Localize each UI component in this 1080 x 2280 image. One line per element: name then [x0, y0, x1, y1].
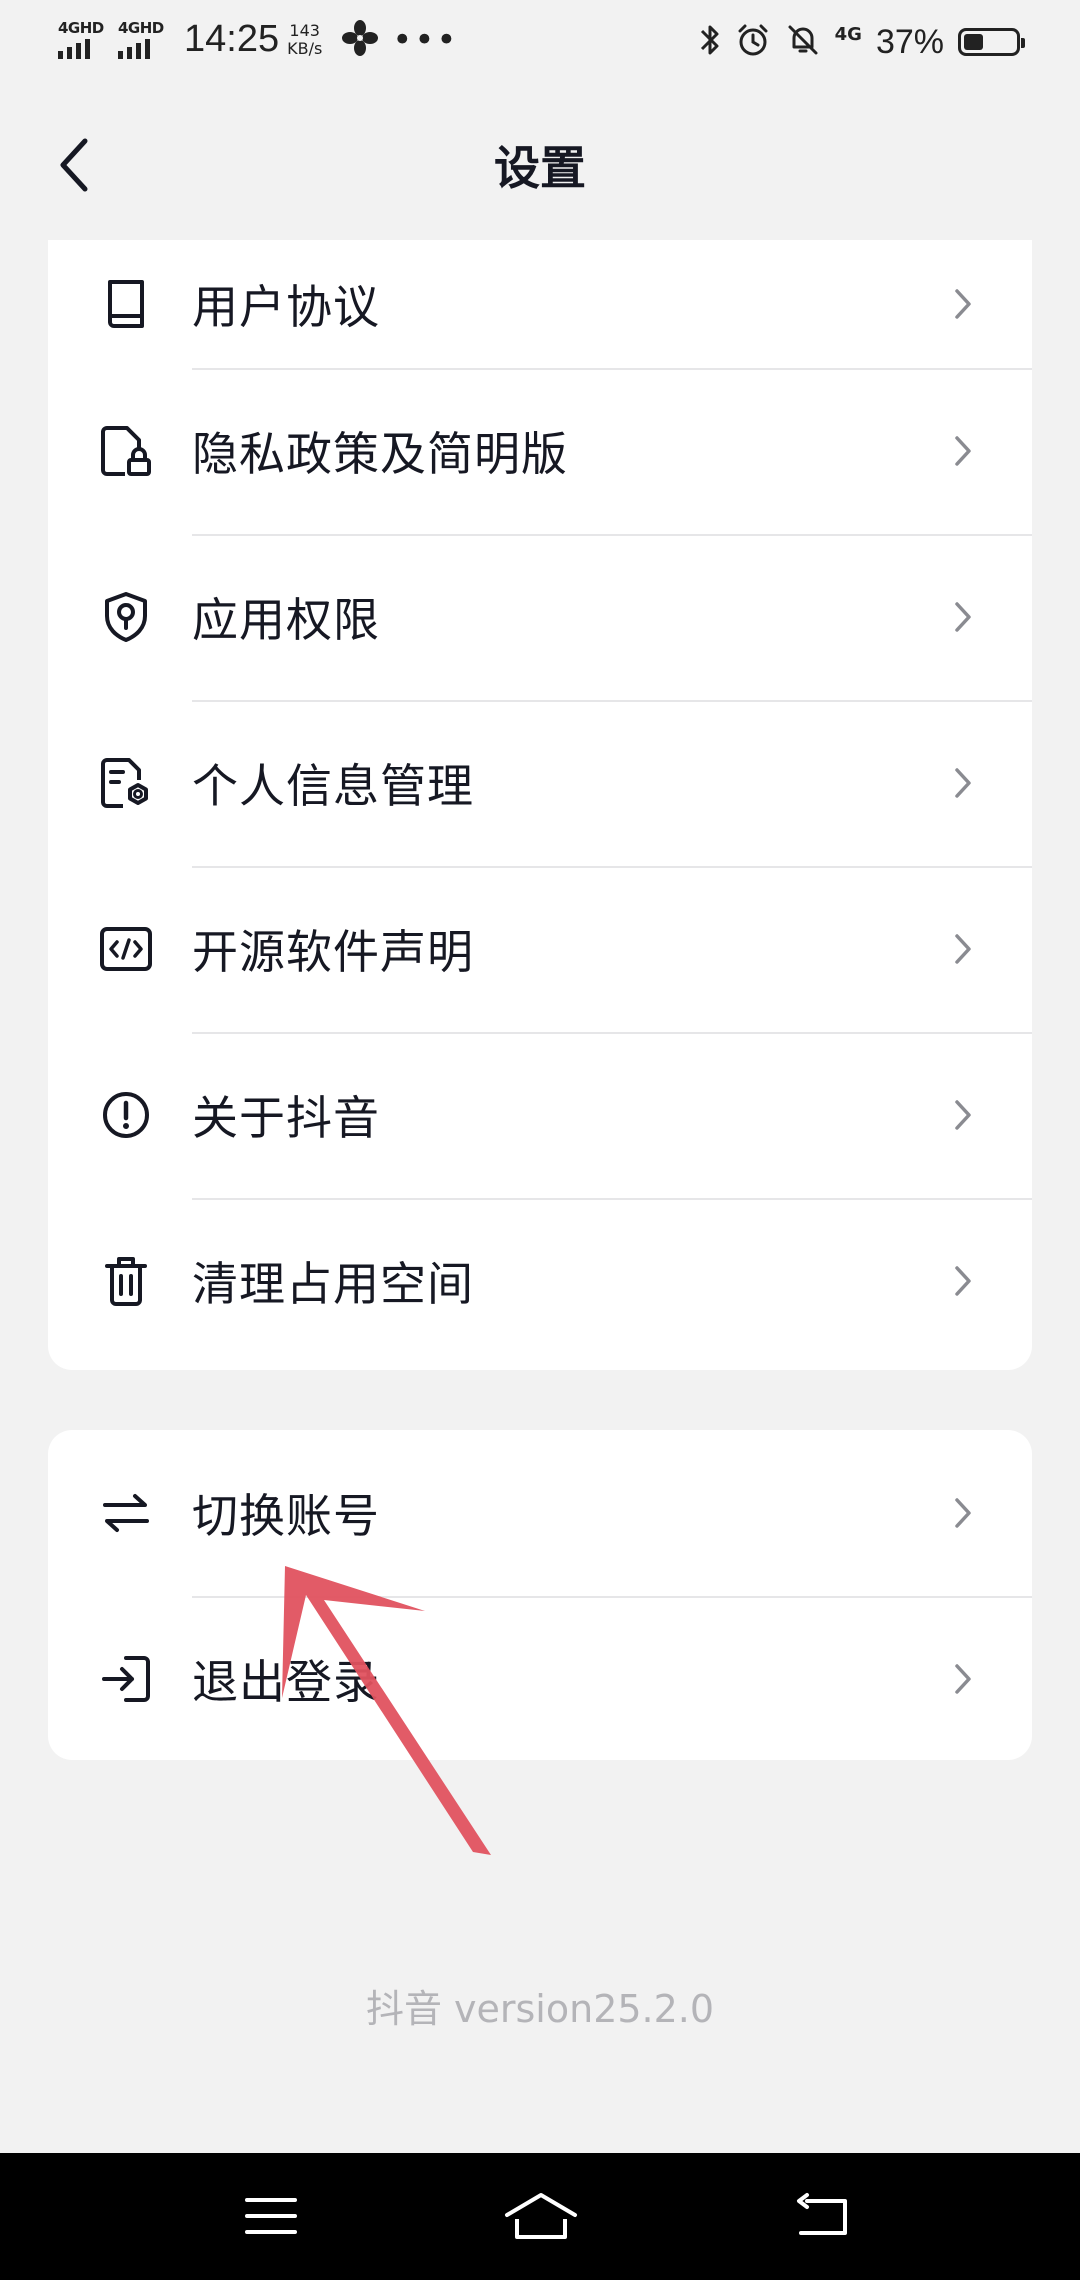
menu-item-label: 退出登录 — [192, 1655, 380, 1709]
chevron-right-icon — [948, 431, 978, 471]
battery-icon — [958, 28, 1025, 56]
shield-key-icon — [98, 589, 154, 645]
settings-group-1: 用户协议 隐私政策及简明版 应用权限 个人信息管理 开源软件声明 关于抖音 清理… — [48, 240, 1032, 1370]
back-icon — [797, 2193, 847, 2235]
menu-item-clear-storage[interactable]: 清理占用空间 — [48, 1198, 1032, 1364]
chevron-right-icon — [948, 1659, 978, 1699]
menu-item-label: 应用权限 — [192, 593, 380, 647]
menu-item-logout[interactable]: 退出登录 — [48, 1596, 1032, 1760]
version-label: 抖音 version25.2.0 — [365, 1987, 715, 2031]
code-icon — [98, 921, 154, 977]
signal-bars-icon — [118, 38, 150, 59]
chevron-right-icon — [948, 929, 978, 969]
network-speed: 143 KB/s — [287, 20, 323, 58]
book-icon — [98, 276, 154, 332]
menu-item-label: 切换账号 — [192, 1489, 380, 1543]
network-type-label: 4G — [834, 23, 862, 45]
battery-fill — [964, 34, 983, 50]
nav-recent-apps-button[interactable] — [226, 2181, 316, 2251]
status-left: 4GHD 4GHD 14:25 143 KB/s ••• — [58, 18, 458, 61]
chevron-right-icon — [948, 1261, 978, 1301]
status-right: 4G 37% — [699, 22, 1025, 62]
menu-item-privacy-policy[interactable]: 隐私政策及简明版 — [48, 368, 1032, 534]
settings-group-2: 切换账号 退出登录 — [48, 1430, 1032, 1760]
menu-item-app-permissions[interactable]: 应用权限 — [48, 534, 1032, 700]
menu-item-label: 个人信息管理 — [192, 759, 474, 813]
menu-item-label: 用户协议 — [192, 280, 380, 334]
network-speed-value: 143 — [289, 20, 320, 40]
chevron-right-icon — [948, 284, 978, 324]
network-speed-unit: KB/s — [287, 38, 323, 58]
more-notifications-icon: ••• — [392, 19, 459, 60]
sim1-label: 4GHD — [58, 18, 104, 37]
info-circle-icon — [98, 1087, 154, 1143]
status-time: 14:25 — [184, 18, 280, 60]
bell-muted-icon — [785, 22, 821, 62]
header: 设置 — [0, 110, 1080, 220]
battery-percent: 37% — [875, 22, 944, 61]
sim2-signal: 4GHD — [118, 19, 168, 61]
chevron-right-icon — [948, 597, 978, 637]
page-title: 设置 — [494, 141, 586, 195]
menu-item-switch-account[interactable]: 切换账号 — [48, 1430, 1032, 1596]
status-bar: 4GHD 4GHD 14:25 143 KB/s ••• 4G 37% — [0, 0, 1080, 84]
sim1-signal: 4GHD — [58, 19, 108, 61]
home-icon — [505, 2193, 577, 2239]
menu-item-open-source-notice[interactable]: 开源软件声明 — [48, 866, 1032, 1032]
system-navigation-bar — [0, 2153, 1080, 2280]
menu-icon — [245, 2198, 297, 2234]
chevron-right-icon — [948, 1095, 978, 1135]
chevron-right-icon — [948, 763, 978, 803]
menu-item-personal-info-management[interactable]: 个人信息管理 — [48, 700, 1032, 866]
nav-home-button[interactable] — [496, 2181, 586, 2251]
document-lock-icon — [98, 423, 154, 479]
alarm-icon — [735, 22, 771, 62]
bluetooth-icon — [699, 22, 721, 62]
logout-icon — [98, 1651, 154, 1707]
sim2-label: 4GHD — [118, 18, 164, 37]
trash-icon — [98, 1253, 154, 1309]
swap-icon — [98, 1485, 154, 1541]
chevron-right-icon — [948, 1493, 978, 1533]
menu-item-label: 清理占用空间 — [192, 1257, 474, 1311]
nav-back-button[interactable] — [778, 2181, 868, 2251]
fan-icon — [342, 19, 379, 60]
menu-item-user-agreement[interactable]: 用户协议 — [48, 240, 1032, 368]
menu-item-label: 关于抖音 — [192, 1091, 380, 1145]
signal-bars-icon — [58, 38, 90, 59]
document-gear-icon — [98, 755, 154, 811]
menu-item-about-douyin[interactable]: 关于抖音 — [48, 1032, 1032, 1198]
menu-item-label: 开源软件声明 — [192, 925, 474, 979]
menu-item-label: 隐私政策及简明版 — [192, 427, 568, 481]
